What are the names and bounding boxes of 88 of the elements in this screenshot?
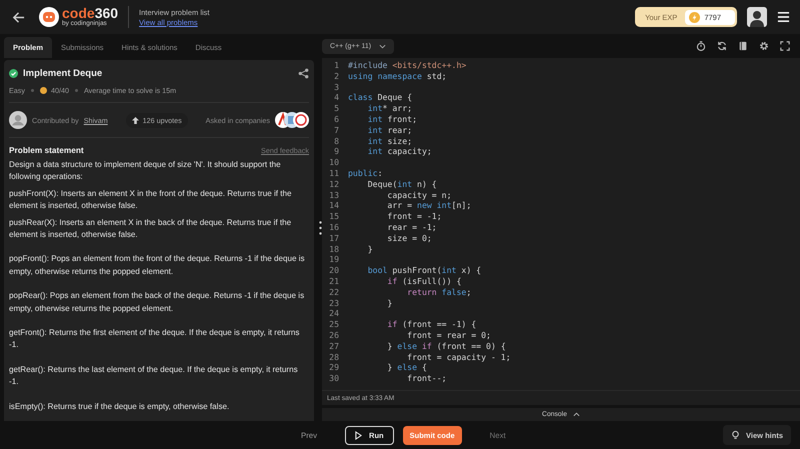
code-line: } (366, 244, 373, 254)
avatar[interactable] (747, 7, 767, 27)
code-line: arr = new int[n]; (386, 200, 472, 212)
code-line: int capacity; (366, 146, 432, 158)
statement-paragraph: getRear(): Returns the last element of the deque. If the deque is empty, it returns -1. (9, 364, 299, 388)
code-line: int* arr; (366, 103, 412, 114)
line-number: 20 (328, 265, 340, 276)
brand-name: code360 (62, 6, 118, 20)
fullscreen-icon[interactable] (780, 41, 790, 51)
line-number: 17 (328, 232, 340, 244)
drag-handle-icon[interactable] (318, 220, 322, 234)
code-line: return false; (406, 286, 472, 298)
code-line: if (isFull()) { (386, 276, 462, 287)
statement-paragraph: isEmpty(): Returns true if the deque is empty, otherwise false. (9, 400, 230, 413)
code-line: capacity = n; (386, 190, 452, 200)
chevron-down-icon (379, 44, 386, 48)
statement-paragraph: pushRear(X): Inserts an element X in the back of the deque. Returns true if the element is inserted, otherwise false. (9, 216, 292, 242)
line-number: 24 (328, 308, 340, 320)
line-number: 4 (333, 92, 340, 104)
line-number: 13 (328, 190, 340, 200)
separator-dot (74, 89, 78, 92)
line-number: 16 (328, 222, 340, 233)
line-number: 23 (328, 298, 340, 308)
code-line: #include <bits/stdc++.h> (348, 60, 466, 71)
line-number: 19 (328, 254, 340, 266)
line-number: 1 (333, 60, 340, 71)
chevron-up-icon (572, 412, 580, 417)
timer-icon[interactable] (696, 41, 706, 51)
line-number: 21 (328, 276, 340, 287)
book-icon[interactable] (738, 41, 748, 51)
statement-paragraph: pushFront(X): Inserts an element X in the front of the deque. Returns true if the element is inserted, otherwise false. (9, 188, 293, 212)
back-arrow-icon[interactable] (12, 10, 25, 24)
code-line: } (386, 298, 392, 308)
line-number: 8 (333, 136, 340, 146)
line-number: 6 (333, 114, 340, 125)
line-number: 5 (333, 103, 340, 114)
code-line: rear = -1; (386, 222, 437, 233)
settings-icon[interactable] (759, 41, 769, 51)
line-number: 2 (333, 70, 340, 82)
code-line: size = 0; (386, 232, 432, 244)
line-number: 9 (333, 146, 340, 158)
code-line: front = rear = 0; (406, 330, 491, 341)
line-number: 18 (328, 244, 340, 254)
separator-dot (30, 89, 34, 92)
line-number: 30 (328, 373, 340, 384)
problem-title: Implement Deque (23, 68, 102, 78)
code-line: public: (348, 168, 383, 179)
statement-paragraph: popFront(): Pops an element from the front of the deque. Returns -1 if the deque is empty, otherwise returns the popped element. (9, 253, 306, 278)
line-number: 10 (328, 157, 340, 168)
line-number: 29 (328, 362, 340, 374)
line-number: 7 (333, 124, 340, 136)
code-line: front--; (406, 373, 447, 384)
play-icon (355, 430, 362, 440)
code-line: class Deque { (348, 92, 412, 104)
menu-icon[interactable] (777, 11, 790, 23)
code-line: int rear; (366, 124, 412, 136)
line-number: 27 (328, 340, 340, 352)
bulb-icon (731, 430, 740, 440)
line-number: 14 (328, 200, 340, 212)
statement-paragraph: popRear(): Pops an element from the back of the deque. Returns -1 if the deque is empty, otherwise returns the popped element. (9, 290, 306, 315)
statement-heading: Problem statement (9, 145, 84, 155)
contributor-avatar (9, 111, 27, 129)
code-line: bool pushFront(int x) { (366, 265, 482, 276)
code-line: } else { (386, 362, 427, 374)
code-line: if (front == -1) { (386, 319, 476, 330)
line-number: 28 (328, 352, 340, 362)
logo-icon (39, 7, 59, 27)
company-logos-drawing (275, 112, 309, 128)
code-line: int size; (366, 136, 412, 146)
line-number: 3 (333, 82, 340, 92)
line-number: 25 (328, 319, 340, 330)
statement-paragraph: getFront(): Returns the first element of the deque. If the deque is empty, it returns -1. (9, 327, 300, 352)
code-line: front = capacity - 1; (406, 352, 511, 362)
statement-paragraph: Design a data structure to implement deque of size 'N'. It should support the following operations: (9, 159, 282, 184)
code-line: Deque(int n) { (366, 178, 437, 190)
line-number: 12 (328, 178, 340, 190)
code-line: } else if (front == 0) { (386, 340, 506, 352)
code-line: front = -1; (386, 211, 442, 222)
code-line: using namespace std; (348, 70, 447, 82)
refresh-icon[interactable] (717, 41, 727, 51)
upvote-icon (132, 116, 139, 124)
coin-icon (40, 87, 47, 94)
code-line: int front; (366, 114, 418, 125)
line-number: 15 (328, 211, 340, 222)
share-icon[interactable] (298, 68, 309, 78)
line-number: 26 (328, 330, 340, 341)
line-number: 11 (328, 168, 340, 179)
line-number: 22 (328, 286, 340, 298)
